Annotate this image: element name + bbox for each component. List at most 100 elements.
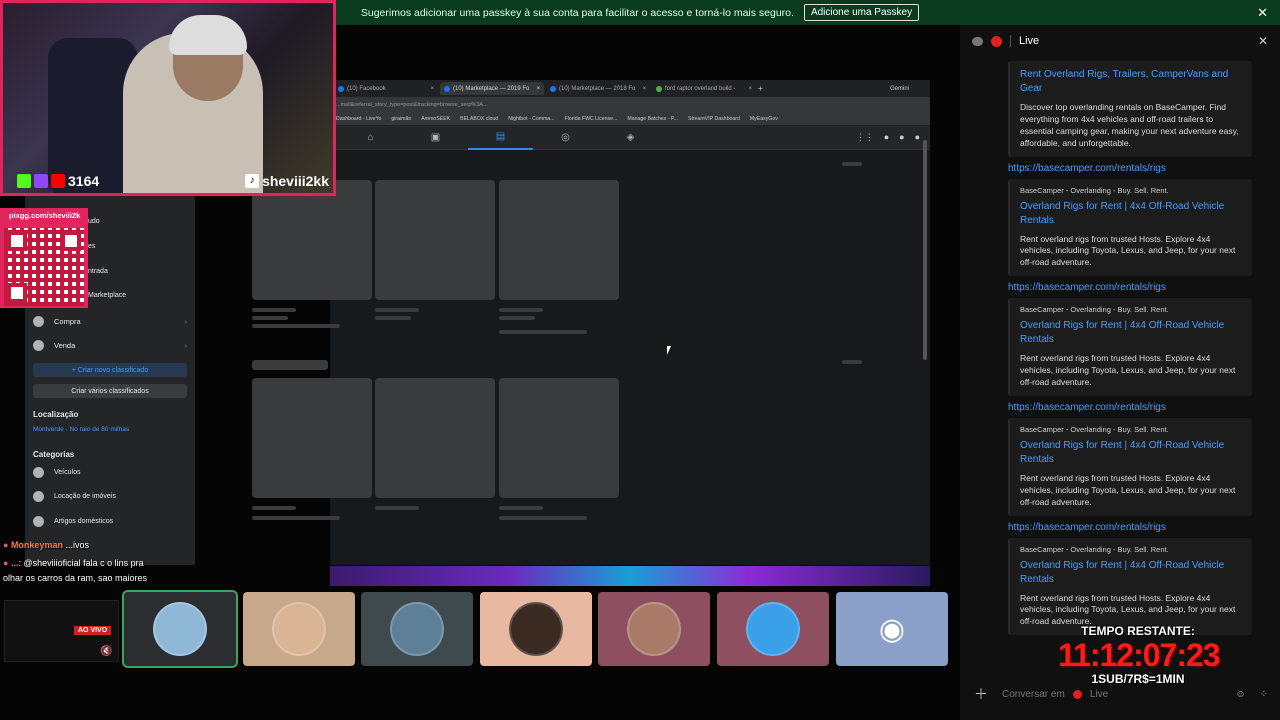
message-link[interactable]: https://basecamper.com/rentals/rigs: [1008, 282, 1268, 293]
bookmark-item[interactable]: Nightbot - Comma...: [508, 116, 554, 122]
shopping-bag-icon: [33, 316, 44, 327]
menu-grid-icon[interactable]: ⋮⋮: [856, 132, 874, 143]
page-scrollbar[interactable]: [923, 140, 927, 360]
qr-corner: [7, 231, 27, 251]
call-participant[interactable]: [122, 590, 238, 668]
tab-bar: (10) Facebook × (10) Marketplace — 2019 F…: [330, 80, 930, 97]
close-icon[interactable]: ✕: [1258, 34, 1268, 48]
tiktok-icon: ♪: [245, 174, 260, 188]
muted-icon: 🔇: [100, 646, 113, 657]
message-link[interactable]: https://basecamper.com/rentals/rigs: [1008, 402, 1268, 413]
address-bar[interactable]: ...mall&referral_story_type=post&trackin…: [330, 97, 930, 113]
sidebar-item-compra[interactable]: Compra ›: [33, 316, 187, 327]
listing-placeholder: [375, 180, 495, 300]
close-tab-icon[interactable]: ×: [536, 86, 540, 92]
bookmark-item[interactable]: Dashboard - LiveYo: [336, 116, 381, 122]
embed-title[interactable]: Overland Rigs for Rent | 4x4 Off-Road Ve…: [1020, 200, 1242, 228]
category-vehicles[interactable]: Veículos: [33, 467, 187, 478]
add-attachment-icon[interactable]: ＋: [974, 684, 988, 704]
avatar: [390, 602, 444, 656]
placeholder-line: [499, 516, 587, 520]
profile-avatar[interactable]: ●: [915, 132, 920, 143]
live-indicator-icon: [1072, 689, 1082, 699]
sidebar-item-partial: es: [88, 243, 96, 250]
placeholder-line: [499, 308, 543, 312]
tab-marketplace-2019[interactable]: (10) Marketplace — 2019 Fo ×: [440, 82, 544, 95]
sidebar-item-marketplace[interactable]: Marketplace: [88, 292, 126, 299]
create-listing-button[interactable]: + Criar novo classificado: [33, 363, 187, 377]
marketplace-icon[interactable]: ▤: [468, 126, 533, 150]
bookmark-item[interactable]: Manage Batches - P...: [627, 116, 678, 122]
google-icon: [656, 85, 662, 92]
call-participant[interactable]: [480, 592, 592, 666]
panel-header: Live ✕: [960, 25, 1280, 57]
call-participant-discord[interactable]: ◉: [836, 592, 948, 666]
video-icon[interactable]: ▣: [403, 126, 468, 150]
close-icon[interactable]: ✕: [1257, 5, 1268, 21]
close-tab-icon[interactable]: ×: [430, 86, 434, 92]
chevron-right-icon: ›: [184, 317, 188, 326]
placeholder-line: [252, 516, 340, 520]
avatar: [627, 602, 681, 656]
chat-bubble-icon: [972, 36, 983, 46]
bookmark-item[interactable]: MyEasyGov: [750, 116, 778, 122]
bookmark-item[interactable]: AmmoSEEK: [421, 116, 450, 122]
new-tab-button[interactable]: +: [758, 84, 763, 93]
call-participant[interactable]: [598, 592, 710, 666]
qr-corner: [61, 231, 81, 251]
streamer-handle: ♪ sheviii2kk: [245, 173, 329, 189]
twitch-icon: [34, 174, 48, 188]
tab-marketplace-2018[interactable]: (10) Marketplace — 2018 Fo ×: [546, 82, 650, 95]
link-embed: BaseCamper - Overlanding - Buy. Sell. Re…: [1008, 417, 1252, 516]
message-link[interactable]: https://basecamper.com/rentals/rigs: [1008, 522, 1268, 533]
apps-icon[interactable]: ⁘: [1260, 689, 1268, 700]
home-icon[interactable]: ⌂: [338, 126, 403, 150]
add-passkey-button[interactable]: Adicione uma Passkey: [803, 4, 920, 21]
link-embed: BaseCamper - Overlanding - Buy. Sell. Re…: [1008, 298, 1252, 396]
messenger-icon[interactable]: ●: [884, 132, 889, 143]
gemini-button[interactable]: Gemini: [890, 86, 930, 92]
composer-placeholder: Conversar em: [1002, 688, 1065, 700]
facebook-icon: [550, 85, 556, 92]
embed-title[interactable]: Overland Rigs for Rent | 4x4 Off-Road Ve…: [1020, 439, 1242, 467]
embed-title[interactable]: Overland Rigs for Rent | 4x4 Off-Road Ve…: [1020, 319, 1242, 347]
listing-placeholder: [375, 378, 495, 498]
call-participant[interactable]: [361, 592, 473, 666]
bookmark-item[interactable]: giraimão: [391, 116, 411, 122]
category-rentals[interactable]: Locação de imóveis: [33, 491, 187, 502]
call-participant[interactable]: [717, 592, 829, 666]
link-embed: Rent Overland Rigs, Trailers, CamperVans…: [1008, 61, 1252, 157]
placeholder-line: [842, 360, 862, 364]
tab-ford-raptor[interactable]: ford raptor overland build - ×: [652, 82, 756, 95]
embed-description: Rent overland rigs from trusted Hosts. E…: [1020, 472, 1236, 507]
embed-title[interactable]: Rent Overland Rigs, Trailers, CamperVans…: [1020, 68, 1242, 96]
mouse-cursor: [667, 346, 675, 355]
call-participant[interactable]: [243, 592, 355, 666]
message-link[interactable]: https://basecamper.com/rentals/rigs: [1008, 163, 1268, 174]
bookmark-item[interactable]: StreamVIP Dashboard: [688, 116, 740, 122]
sidebar-item-venda[interactable]: Venda ›: [33, 340, 187, 351]
pix-qr-panel: pixgg.com/sheviii2k: [0, 208, 88, 308]
groups-icon[interactable]: ◎: [533, 126, 598, 150]
facebook-icon: [444, 85, 450, 92]
notifications-icon[interactable]: ●: [899, 132, 904, 143]
gaming-icon[interactable]: ◈: [598, 126, 663, 150]
banner-text: Sugerimos adicionar uma passkey à sua co…: [360, 6, 794, 19]
timer-label: TEMPO RESTANTE:: [1081, 624, 1195, 638]
avatar: [153, 602, 207, 656]
create-multiple-listings-button[interactable]: Criar vários classificados: [33, 384, 187, 398]
close-tab-icon[interactable]: ×: [748, 86, 752, 92]
embed-title[interactable]: Overland Rigs for Rent | 4x4 Off-Road Ve…: [1020, 559, 1242, 587]
message-composer[interactable]: ＋ Conversar em Live ☺ ⁘: [968, 683, 1268, 705]
close-tab-icon[interactable]: ×: [642, 86, 646, 92]
category-household[interactable]: Artigos domésticos: [33, 516, 187, 527]
bookmark-item[interactable]: BELABOX cloud: [460, 116, 498, 122]
tab-facebook[interactable]: (10) Facebook ×: [334, 82, 438, 95]
bookmark-item[interactable]: Florida FWC License...: [565, 116, 618, 122]
location-link[interactable]: Montverde · No raio de 80 milhas: [33, 426, 129, 433]
overlay-chat-message-continued: olhar os carros da ram, sao maiores: [3, 573, 148, 583]
embed-description: Rent overland rigs from trusted Hosts. E…: [1020, 592, 1236, 627]
marketplace-loading-grid: [252, 150, 930, 565]
facebook-top-nav: ⌂ ▣ ▤ ◎ ◈ ⋮⋮ ● ● ●: [330, 126, 930, 150]
emoji-icon[interactable]: ☺: [1235, 689, 1245, 700]
